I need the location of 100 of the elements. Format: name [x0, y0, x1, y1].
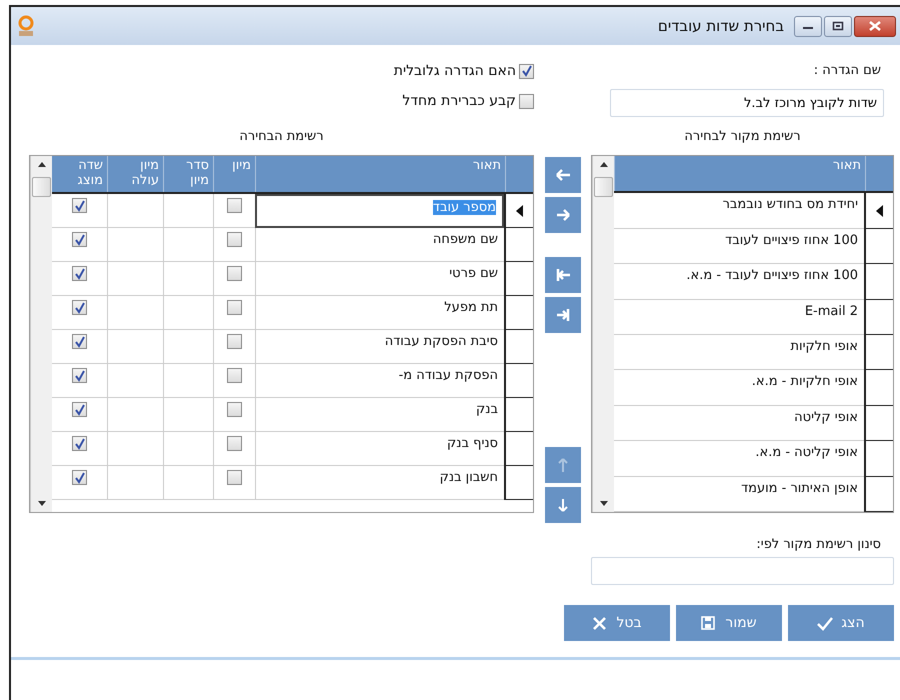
table-cell[interactable] — [213, 262, 255, 296]
table-cell[interactable] — [107, 296, 163, 330]
row-header[interactable] — [504, 194, 533, 228]
table-cell[interactable] — [107, 330, 163, 364]
save-icon — [701, 616, 718, 630]
row-header[interactable] — [864, 300, 893, 336]
cell-text: בנק — [476, 402, 498, 417]
row-header[interactable] — [864, 370, 893, 406]
arrow-to-bar-icon — [556, 268, 570, 282]
checkbox[interactable] — [519, 94, 534, 108]
checkbox[interactable] — [227, 334, 242, 349]
minimize-button[interactable] — [794, 16, 822, 36]
filter-field[interactable] — [591, 557, 894, 585]
table-cell[interactable] — [163, 466, 213, 500]
list-title: רשימת מקור לבחירה — [683, 129, 802, 146]
checkbox[interactable] — [72, 470, 87, 485]
checkbox[interactable] — [227, 198, 242, 213]
table-cell[interactable]: בנק — [255, 398, 504, 432]
table-cell[interactable]: תת מפעל — [255, 296, 504, 330]
table-cell[interactable] — [107, 364, 163, 398]
checkbox[interactable] — [72, 198, 87, 213]
row-header[interactable] — [864, 193, 893, 229]
row-header[interactable] — [864, 441, 893, 477]
down-arrow-icon — [556, 498, 570, 512]
table-cell[interactable] — [213, 398, 255, 432]
row-header[interactable] — [864, 264, 893, 300]
row-header[interactable] — [504, 296, 533, 330]
checkbox[interactable] — [72, 436, 87, 451]
close-button[interactable] — [854, 16, 896, 36]
scrollbar-thumb[interactable] — [594, 177, 613, 197]
table-cell[interactable] — [213, 228, 255, 262]
checkbox[interactable] — [227, 300, 242, 315]
row-header[interactable] — [504, 364, 533, 398]
table-cell[interactable] — [163, 432, 213, 466]
table-cell[interactable] — [107, 466, 163, 500]
transfer-button[interactable] — [545, 487, 581, 523]
scrollbar-thumb[interactable] — [32, 177, 51, 197]
row-header[interactable] — [864, 406, 893, 442]
table-cell[interactable] — [107, 398, 163, 432]
field-label: שם הגדרה : — [812, 62, 882, 80]
maximize-button[interactable] — [824, 16, 852, 36]
scrollbar[interactable] — [30, 156, 52, 512]
row-header[interactable] — [504, 432, 533, 466]
checkbox[interactable] — [227, 266, 242, 281]
table-cell[interactable]: סיבת הפסקת עבודה — [255, 330, 504, 364]
table-cell[interactable]: שם משפחה — [255, 228, 504, 262]
name-field[interactable]: שדות לקובץ מרוכז לב.ל — [610, 89, 884, 117]
row-header[interactable] — [864, 228, 893, 264]
table-cell[interactable] — [213, 330, 255, 364]
row-header[interactable] — [504, 398, 533, 432]
row-header[interactable] — [504, 262, 533, 296]
checkbox[interactable] — [72, 334, 87, 349]
table-cell[interactable] — [163, 228, 213, 262]
checkbox[interactable] — [72, 232, 87, 247]
checkbox[interactable] — [227, 402, 242, 417]
table-cell[interactable]: הפסקת עבודה מ- — [255, 364, 504, 398]
row-header[interactable] — [504, 330, 533, 364]
table-cell[interactable] — [213, 466, 255, 500]
checkbox[interactable] — [227, 436, 242, 451]
row-header[interactable] — [864, 335, 893, 370]
table-cell[interactable]: סניף בנק — [255, 432, 504, 466]
table-cell[interactable] — [107, 262, 163, 296]
cell-text: סניף בנק — [447, 436, 498, 451]
cell-text: שם משפחה — [432, 232, 498, 247]
table-cell[interactable]: חשבון בנק — [255, 466, 504, 500]
table-cell[interactable] — [213, 194, 255, 228]
table-cell[interactable] — [107, 228, 163, 262]
table-cell[interactable] — [163, 330, 213, 364]
table-cell[interactable] — [107, 432, 163, 466]
row-header[interactable] — [504, 228, 533, 262]
table-cell[interactable] — [163, 194, 213, 228]
transfer-button[interactable] — [545, 297, 581, 333]
table-cell[interactable] — [213, 364, 255, 398]
checkbox[interactable] — [72, 300, 87, 315]
table-cell[interactable] — [107, 194, 163, 228]
table-cell[interactable] — [213, 432, 255, 466]
table-cell[interactable] — [163, 262, 213, 296]
checkbox[interactable] — [72, 368, 87, 383]
table-cell[interactable] — [163, 296, 213, 330]
scroll-up-icon — [38, 162, 46, 167]
transfer-button[interactable] — [545, 197, 581, 233]
cell-text: תת מפעל — [444, 300, 498, 315]
table-cell[interactable] — [163, 364, 213, 398]
checkbox[interactable] — [72, 402, 87, 417]
field-label: סינון רשימת מקור לפי: — [755, 536, 882, 554]
transfer-button[interactable] — [545, 157, 581, 193]
transfer-button[interactable] — [545, 257, 581, 293]
checkbox[interactable] — [519, 64, 534, 78]
scrollbar[interactable] — [592, 156, 614, 512]
row-header[interactable] — [864, 476, 893, 512]
cell-text: מספר עובד — [432, 200, 496, 215]
checkbox[interactable] — [227, 368, 242, 383]
row-header[interactable] — [504, 466, 533, 500]
checkbox[interactable] — [227, 232, 242, 247]
table-cell[interactable] — [163, 398, 213, 432]
table-cell[interactable] — [213, 296, 255, 330]
table-cell[interactable]: שם פרטי — [255, 262, 504, 296]
checkbox[interactable] — [227, 470, 242, 485]
scroll-up-icon — [600, 162, 608, 167]
checkbox[interactable] — [72, 266, 87, 281]
